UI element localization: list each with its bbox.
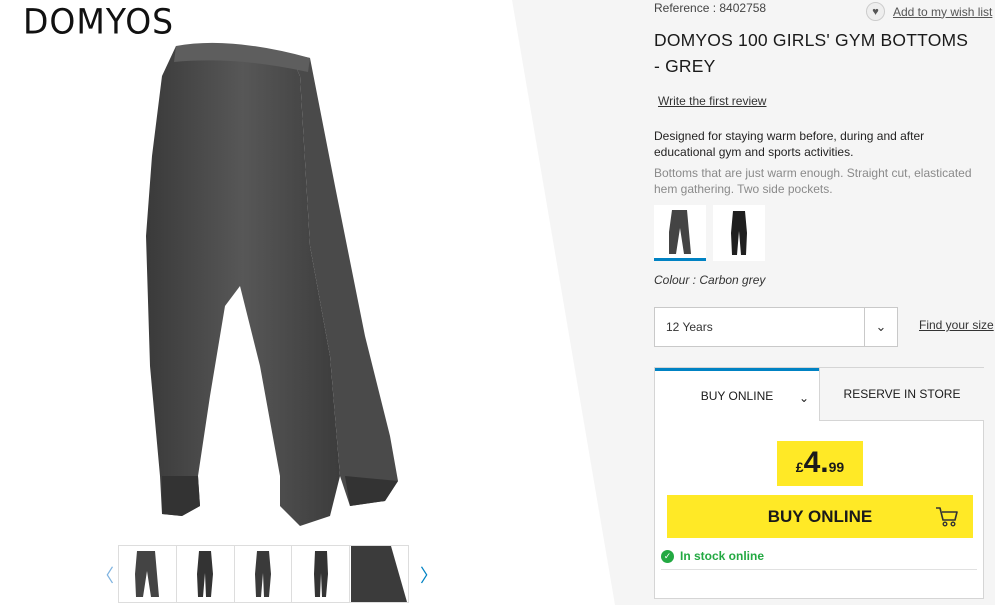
thumbnail-4[interactable] — [292, 546, 351, 602]
chevron-down-icon: ⌄ — [798, 391, 809, 405]
thumbnail-2[interactable] — [176, 546, 235, 602]
size-select[interactable]: 12 Years ⌄ — [654, 307, 898, 347]
buy-online-button[interactable]: BUY ONLINE — [667, 495, 973, 538]
stock-label: In stock online — [680, 549, 765, 563]
thumbnail-next-arrow[interactable]: 〉 — [420, 562, 438, 588]
thumbnail-prev-arrow[interactable]: 〈 — [96, 562, 114, 588]
product-title: DOMYOS 100 GIRLS' GYM BOTTOMS - GREY — [654, 30, 969, 76]
price-decimal: 99 — [828, 459, 845, 475]
colour-swatches — [654, 205, 765, 261]
size-selected-value: 12 Years — [666, 320, 713, 334]
thumbnail-3[interactable] — [234, 546, 293, 602]
find-size-link[interactable]: Find your size — [919, 318, 994, 332]
tab-reserve-in-store[interactable]: RESERVE IN STORE — [819, 368, 984, 421]
colour-label: Colour : Carbon grey — [654, 273, 766, 287]
tab-buy-online[interactable]: BUY ONLINE ⌄ — [655, 368, 819, 421]
thumbnail-5[interactable] — [350, 546, 408, 602]
write-review-link[interactable]: Write the first review — [658, 94, 766, 108]
purchase-box: BUY ONLINE ⌄ RESERVE IN STORE £ 4. 99 BU… — [654, 367, 984, 599]
stock-status: ✓ In stock online — [661, 549, 764, 563]
heart-icon: ♥ — [866, 2, 885, 21]
tab-reserve-label: RESERVE IN STORE — [843, 387, 961, 401]
tab-buy-online-label: BUY ONLINE — [700, 389, 774, 403]
product-main-image — [146, 42, 398, 526]
product-description-detail: Bottoms that are just warm enough. Strai… — [654, 166, 972, 196]
swatch-black[interactable] — [713, 205, 765, 261]
price-currency: £ — [795, 459, 804, 475]
thumbnail-1[interactable] — [119, 546, 177, 602]
wishlist-label[interactable]: Add to my wish list — [893, 5, 992, 19]
buy-online-button-label: BUY ONLINE — [767, 506, 873, 526]
check-icon: ✓ — [661, 549, 674, 563]
thumbnail-strip — [118, 545, 409, 603]
price-badge: £ 4. 99 — [777, 441, 863, 486]
price-integer: 4. — [803, 446, 829, 479]
product-reference: Reference : 8402758 — [654, 1, 767, 15]
wishlist-link[interactable]: ♥ Add to my wish list — [866, 2, 992, 21]
divider — [661, 569, 977, 570]
cart-icon — [936, 507, 958, 527]
swatch-carbon-grey[interactable] — [654, 205, 706, 261]
chevron-down-icon[interactable]: ⌄ — [864, 308, 897, 346]
product-description: Designed for staying warm before, during… — [654, 129, 925, 159]
